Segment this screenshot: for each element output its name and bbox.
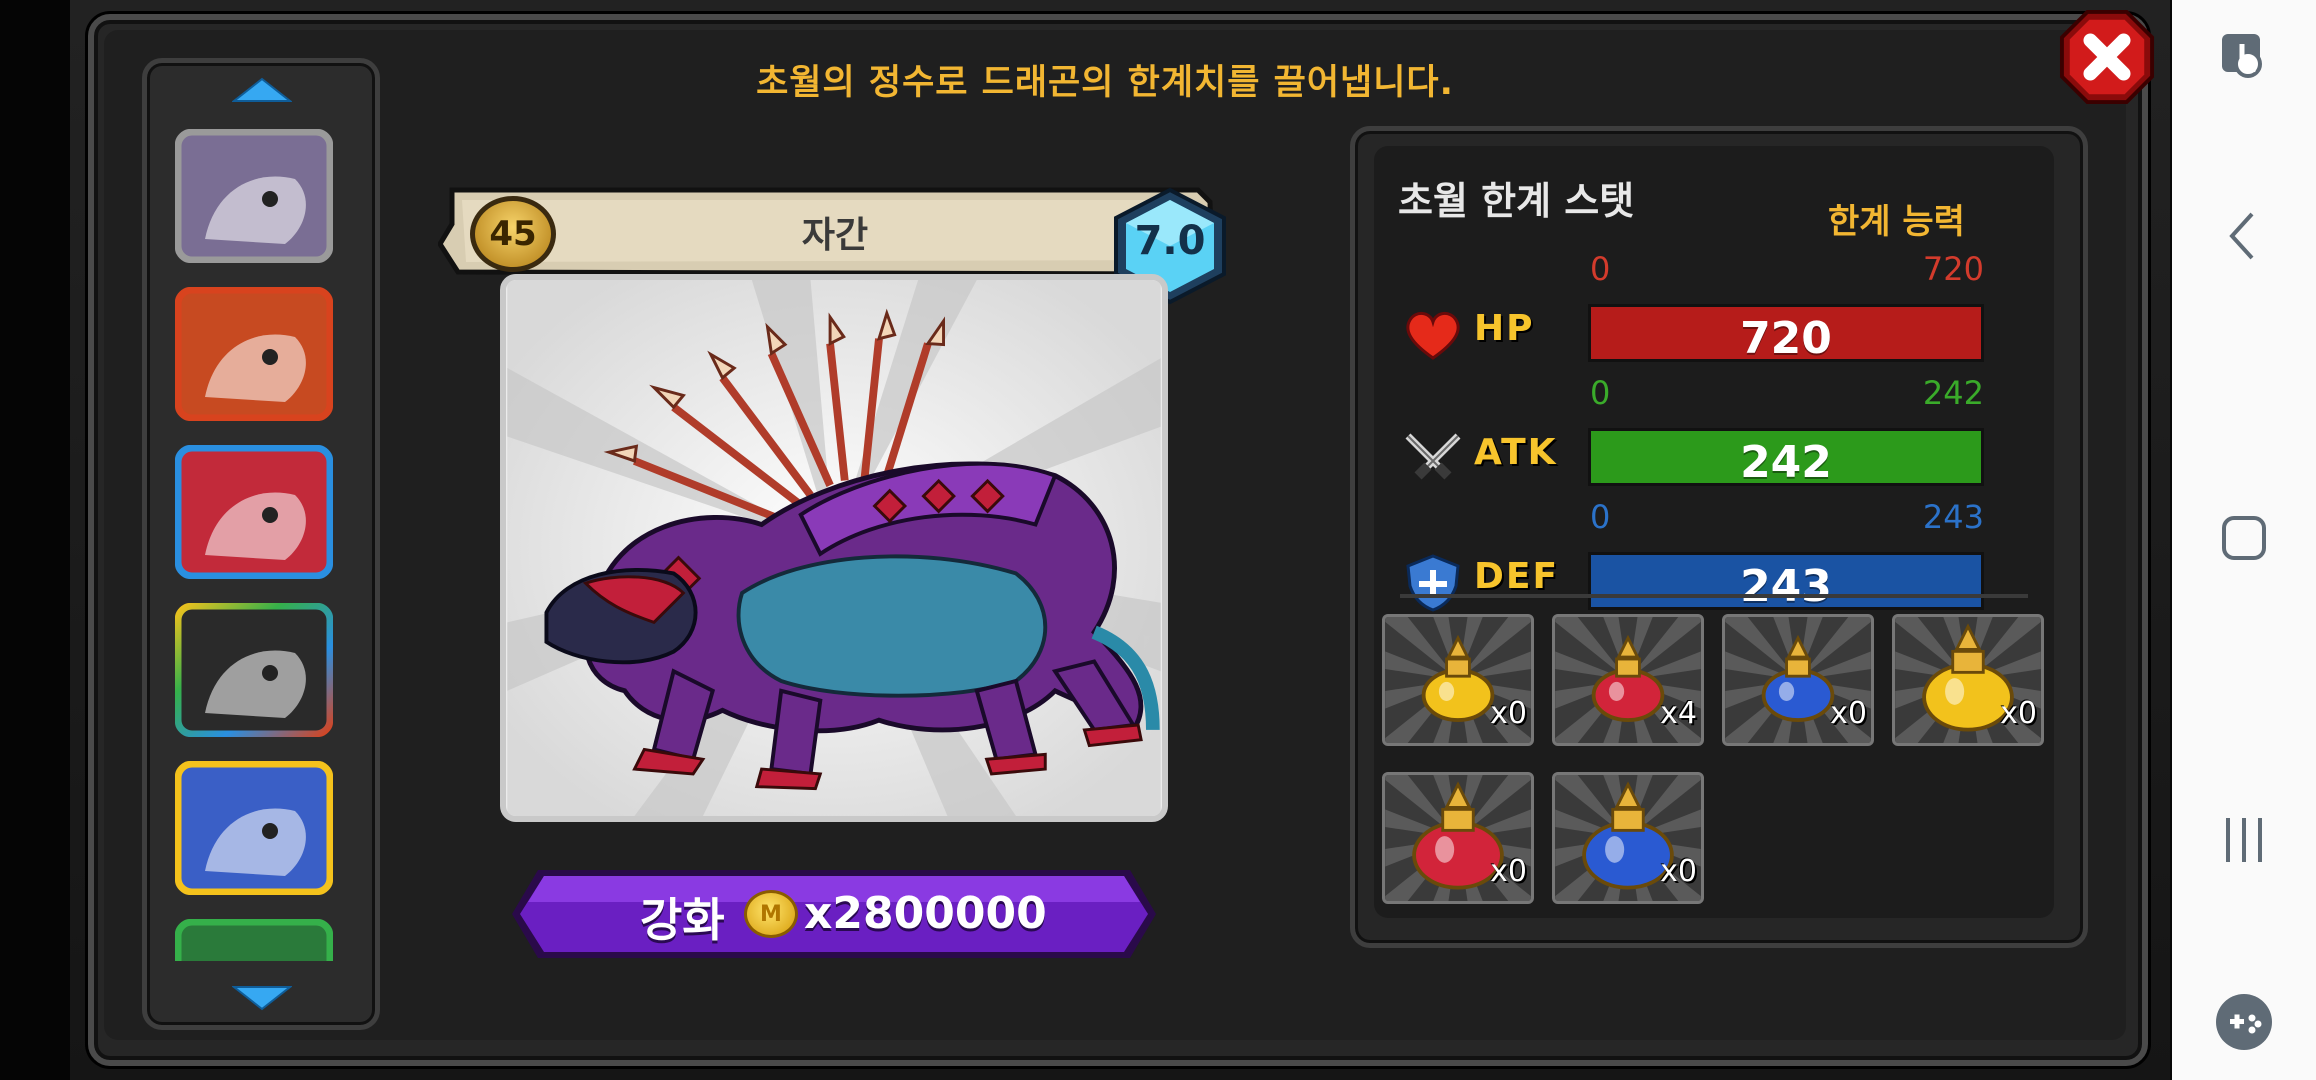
- dragon-thumbnails: [175, 129, 341, 961]
- stat-min-value: 0: [1590, 374, 1611, 412]
- dragon-thumbnail[interactable]: [175, 761, 333, 895]
- stat-row-atk: 0 242 ATK 242: [1400, 374, 2020, 504]
- dragon-portrait-icon: [175, 761, 333, 895]
- dragon-level-badge: 45: [470, 196, 556, 272]
- dragon-thumbnail[interactable]: [175, 445, 333, 579]
- item-count: x0: [1660, 854, 1697, 889]
- transcend-item-yellow-potion-small[interactable]: x0: [1382, 614, 1534, 746]
- enhance-label: 강화: [640, 893, 725, 947]
- coin-icon: M: [744, 890, 798, 938]
- dragon-portrait-icon: [175, 129, 333, 263]
- dragon-thumbnail[interactable]: [175, 287, 333, 421]
- atk-icon: [1400, 428, 1466, 488]
- enhance-button[interactable]: 강화 M x2800000: [508, 866, 1160, 962]
- item-count: x4: [1660, 696, 1697, 731]
- stats-title: 초월 한계 스탯: [1398, 179, 1635, 223]
- stat-bar-value: 243: [1740, 561, 1832, 612]
- close-icon: [2059, 9, 2155, 105]
- stat-divider: [1400, 594, 2028, 598]
- dragon-portrait-icon: [175, 919, 333, 961]
- stat-bar: 720: [1588, 304, 1984, 364]
- recent-apps-icon: [2226, 818, 2262, 862]
- close-button[interactable]: [2058, 8, 2156, 106]
- transcend-item-red-potion-small[interactable]: x4: [1552, 614, 1704, 746]
- dragon-thumbnail[interactable]: [175, 919, 333, 961]
- scroll-down-arrow-icon[interactable]: [232, 983, 292, 1011]
- dragon-thumbnail[interactable]: [175, 129, 333, 263]
- item-count: x0: [1490, 696, 1527, 731]
- dragon-name: 자간: [801, 215, 869, 256]
- transcend-item-yellow-potion-large[interactable]: x0: [1892, 614, 2044, 746]
- back-chevron-icon: [2229, 212, 2254, 260]
- transcend-item-red-potion-large[interactable]: x0: [1382, 772, 1534, 904]
- stat-bar: 243: [1588, 552, 1984, 612]
- game-tools-button[interactable]: [2212, 990, 2276, 1054]
- def-icon: [1400, 552, 1466, 612]
- dragon-thumbnail[interactable]: [175, 603, 333, 737]
- stat-row-def: 0 243 DEF 243: [1400, 498, 2020, 628]
- stat-row-hp: 0 720 HP 720: [1400, 250, 2020, 380]
- stat-max-value: 243: [1922, 498, 1984, 536]
- stat-min-value: 0: [1590, 250, 1611, 288]
- stat-max-value: 242: [1922, 374, 1984, 412]
- stat-bar-value: 720: [1740, 313, 1832, 364]
- stat-max-value: 720: [1922, 250, 1984, 288]
- game-screen: 초월의 정수로 드래곤의 한계치를 끌어냅니다. 45 자간 7.0 강화 M …: [0, 0, 2172, 1080]
- item-count: x0: [2000, 696, 2037, 731]
- hp-icon: [1400, 304, 1466, 364]
- home-square-icon: [2222, 516, 2266, 560]
- gamepad-icon: [2216, 994, 2272, 1050]
- dragon-portrait: [500, 274, 1168, 822]
- dragon-portrait-icon: [175, 445, 333, 579]
- transcend-item-blue-potion-small[interactable]: x0: [1722, 614, 1874, 746]
- item-count: x0: [1490, 854, 1527, 889]
- dragon-image: [507, 280, 1161, 816]
- dragon-grade: 7.0: [1134, 218, 1206, 264]
- stat-name: HP: [1474, 308, 1535, 349]
- stat-name: DEF: [1474, 556, 1560, 597]
- recent-apps-button[interactable]: [2212, 808, 2276, 872]
- stat-bar: 242: [1588, 428, 1984, 488]
- stat-min-value: 0: [1590, 498, 1611, 536]
- item-count: x0: [1830, 696, 1867, 731]
- dialog-title: 초월의 정수로 드래곤의 한계치를 끌어냅니다.: [756, 63, 1454, 103]
- dragon-portrait-icon: [175, 603, 333, 737]
- screen-touch-button[interactable]: [2212, 24, 2276, 88]
- scroll-up-arrow-icon[interactable]: [232, 77, 292, 105]
- system-navigation-bar: [2172, 0, 2316, 1080]
- limit-ability-label: 한계 능력: [1828, 202, 1965, 242]
- enhance-cost: x2800000: [804, 888, 1047, 939]
- home-button[interactable]: [2212, 506, 2276, 570]
- transcend-item-blue-potion-large[interactable]: x0: [1552, 772, 1704, 904]
- back-button[interactable]: [2212, 204, 2276, 268]
- dragon-list[interactable]: [142, 58, 380, 1030]
- dragon-portrait-icon: [175, 287, 333, 421]
- touch-lock-icon: [2222, 34, 2262, 78]
- stat-bar-value: 242: [1740, 437, 1832, 488]
- stat-name: ATK: [1474, 432, 1558, 473]
